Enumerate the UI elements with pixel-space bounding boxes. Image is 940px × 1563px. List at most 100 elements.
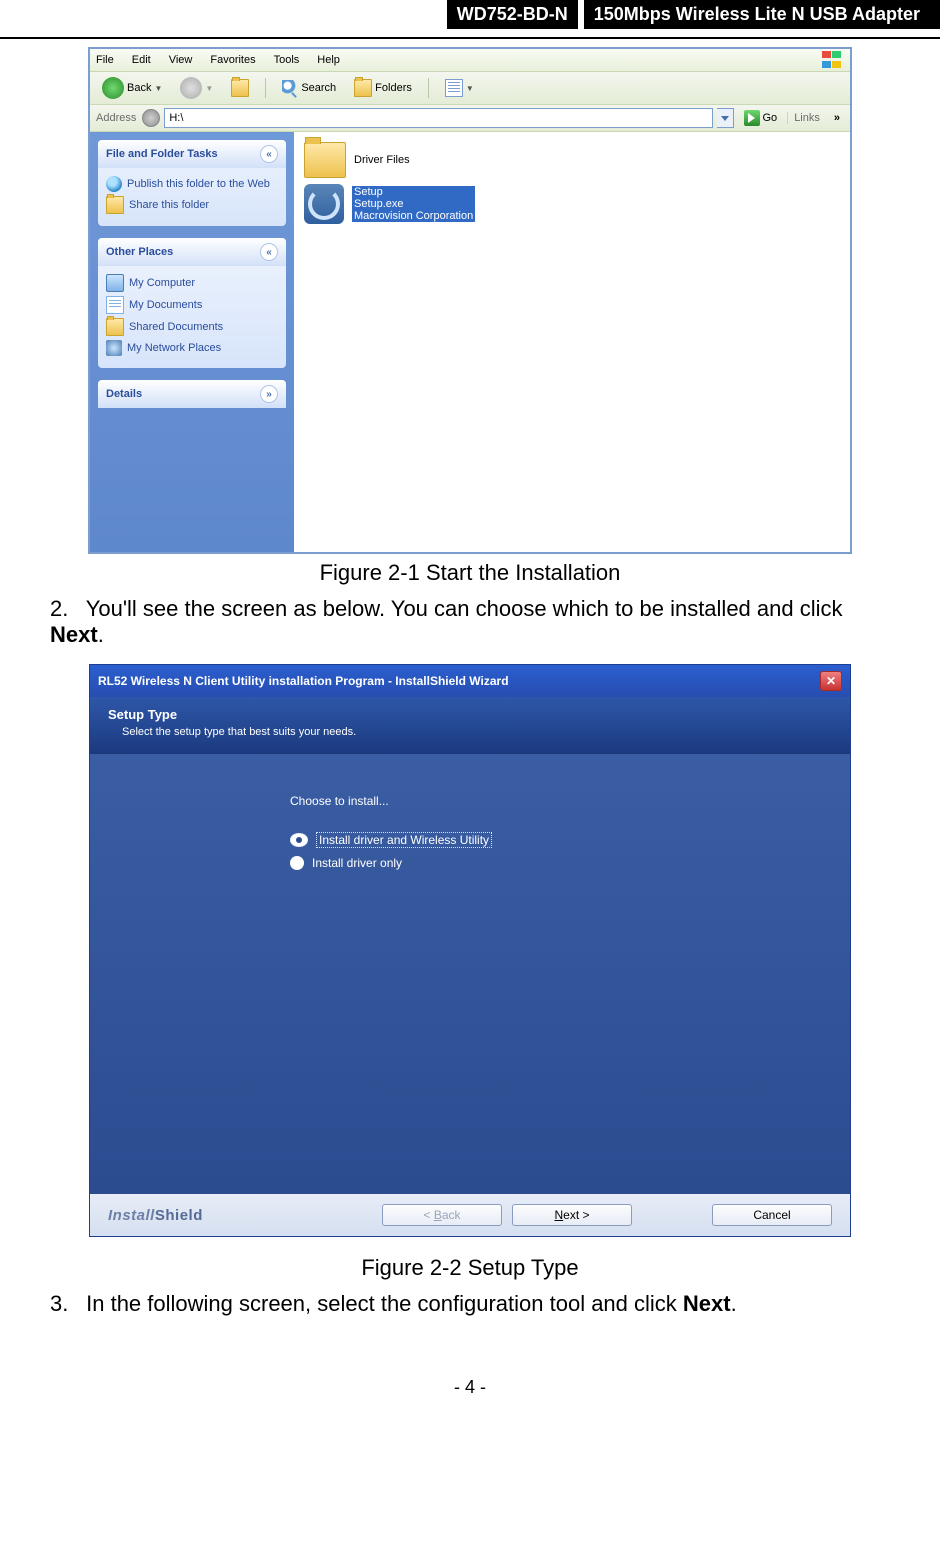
folders-button[interactable]: Folders	[348, 77, 418, 99]
place-label: My Documents	[129, 299, 202, 311]
menu-edit[interactable]: Edit	[132, 54, 151, 66]
forward-button[interactable]: ▼	[174, 75, 219, 101]
place-label: My Computer	[129, 277, 195, 289]
sidebar: File and Folder Tasks « Publish this fol…	[90, 132, 294, 552]
place-network[interactable]: My Network Places	[106, 338, 278, 358]
forward-icon	[180, 77, 202, 99]
explorer-window: File Edit View Favorites Tools Help Back…	[88, 47, 852, 554]
close-icon: ✕	[826, 674, 836, 688]
page-number: - 4 -	[50, 1377, 890, 1398]
task-label: Publish this folder to the Web	[127, 178, 270, 190]
step-2: 2. You'll see the screen as below. You c…	[50, 596, 890, 648]
radio-label: Install driver and Wireless Utility	[316, 832, 492, 848]
task-publish[interactable]: Publish this folder to the Web	[106, 174, 278, 194]
wizard-subheading: Select the setup type that best suits yo…	[108, 722, 832, 738]
search-label: Search	[301, 82, 336, 94]
chevron-icon[interactable]: »	[830, 112, 844, 124]
toolbar-separator	[428, 78, 429, 98]
drive-icon	[142, 109, 160, 127]
wizard-footer: InstallShield < Back Next > Cancel	[90, 1194, 850, 1236]
address-bar: Address Go Links »	[90, 105, 850, 132]
back-icon	[102, 77, 124, 99]
places-title: Other Places	[106, 246, 173, 258]
wizard-title: RL52 Wireless N Client Utility installat…	[98, 674, 509, 688]
up-button[interactable]	[225, 77, 255, 99]
folders-icon	[354, 79, 372, 97]
expand-icon: »	[260, 385, 278, 403]
go-label: Go	[763, 112, 778, 124]
setup-icon	[304, 184, 344, 224]
search-icon	[282, 80, 298, 96]
collapse-icon: «	[260, 243, 278, 261]
folder-name: Driver Files	[354, 154, 410, 166]
network-icon	[106, 340, 122, 356]
choose-label: Choose to install...	[290, 794, 850, 808]
wizard-titlebar: RL52 Wireless N Client Utility installat…	[90, 665, 850, 697]
details-title: Details	[106, 388, 142, 400]
place-label: Shared Documents	[129, 321, 223, 333]
header-title: 150Mbps Wireless Lite N USB Adapter	[584, 0, 940, 29]
details-header[interactable]: Details »	[98, 380, 286, 408]
tasks-panel: File and Folder Tasks « Publish this fol…	[98, 140, 286, 226]
radio-option-2[interactable]: Install driver only	[290, 856, 850, 870]
back-button[interactable]: Back ▼	[96, 75, 168, 101]
header-model: WD752-BD-N	[447, 0, 578, 29]
task-label: Share this folder	[129, 199, 209, 211]
radio-label: Install driver only	[312, 856, 402, 870]
address-dropdown[interactable]	[717, 108, 734, 128]
task-share[interactable]: Share this folder	[106, 194, 278, 216]
details-panel: Details »	[98, 380, 286, 408]
radio-icon	[290, 833, 308, 847]
radio-option-1[interactable]: Install driver and Wireless Utility	[290, 832, 850, 848]
next-button[interactable]: Next >	[512, 1204, 632, 1226]
go-icon	[744, 110, 760, 126]
document-icon	[106, 296, 124, 314]
place-mycomputer[interactable]: My Computer	[106, 272, 278, 294]
header-rule	[0, 37, 940, 39]
place-mydocs[interactable]: My Documents	[106, 294, 278, 316]
address-label: Address	[96, 112, 136, 124]
cancel-button[interactable]: Cancel	[712, 1204, 832, 1226]
close-button[interactable]: ✕	[820, 671, 842, 691]
menu-tools[interactable]: Tools	[274, 54, 300, 66]
figure2-caption: Figure 2-2 Setup Type	[50, 1255, 890, 1281]
back-button: < Back	[382, 1204, 502, 1226]
place-label: My Network Places	[127, 342, 221, 354]
wizard-heading: Setup Type	[108, 707, 832, 722]
installshield-brand: InstallShield	[108, 1207, 203, 1224]
step-3: 3. In the following screen, select the c…	[50, 1291, 890, 1317]
place-shared[interactable]: Shared Documents	[106, 316, 278, 338]
folder-icon	[106, 318, 124, 336]
wizard-body: Choose to install... Install driver and …	[90, 754, 850, 1194]
file-list: Driver Files Setup Setup.exe Macrovision…	[294, 132, 850, 552]
tasks-title: File and Folder Tasks	[106, 148, 218, 160]
go-button[interactable]: Go	[738, 110, 784, 126]
views-icon	[445, 79, 463, 97]
address-input[interactable]	[164, 108, 712, 128]
folder-up-icon	[231, 79, 249, 97]
folder-icon	[106, 196, 124, 214]
installshield-wizard: RL52 Wireless N Client Utility installat…	[89, 664, 851, 1237]
back-label: Back	[127, 82, 151, 94]
computer-icon	[106, 274, 124, 292]
globe-icon	[106, 176, 122, 192]
folders-label: Folders	[375, 82, 412, 94]
collapse-icon: «	[260, 145, 278, 163]
toolbar: Back ▼ ▼ Search Folders ▼	[90, 72, 850, 105]
setup-item-selected[interactable]: Setup Setup.exe Macrovision Corporation	[304, 184, 840, 224]
chevron-down-icon	[721, 116, 729, 121]
links-label[interactable]: Links	[787, 112, 826, 124]
radio-icon	[290, 856, 304, 870]
menu-help[interactable]: Help	[317, 54, 340, 66]
menu-file[interactable]: File	[96, 54, 114, 66]
search-button[interactable]: Search	[276, 78, 342, 98]
menu-bar: File Edit View Favorites Tools Help	[90, 49, 850, 72]
menu-favorites[interactable]: Favorites	[210, 54, 255, 66]
folder-item[interactable]: Driver Files	[304, 142, 840, 178]
tasks-header[interactable]: File and Folder Tasks «	[98, 140, 286, 168]
folder-icon	[304, 142, 346, 178]
views-button[interactable]: ▼	[439, 77, 480, 99]
windows-logo-icon	[822, 51, 844, 69]
menu-view[interactable]: View	[169, 54, 193, 66]
places-header[interactable]: Other Places «	[98, 238, 286, 266]
